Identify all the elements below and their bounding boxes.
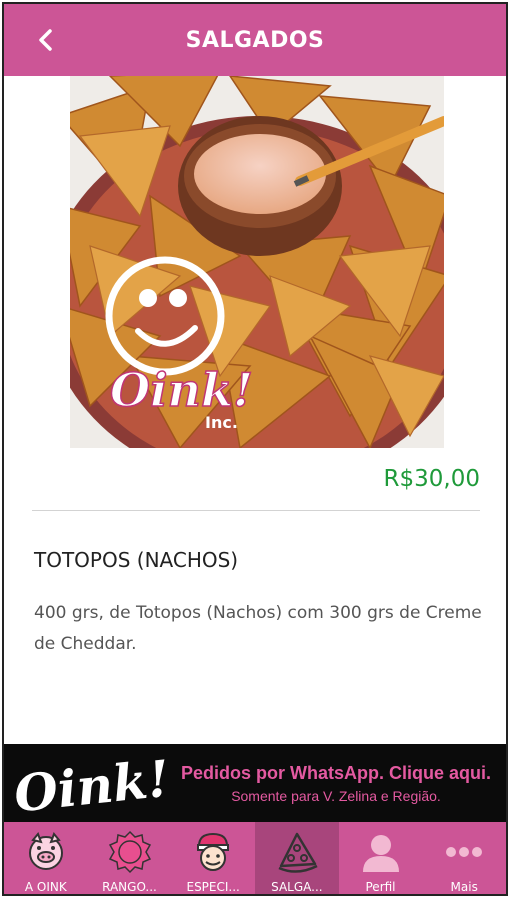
svg-text:Oink!: Oink! (110, 363, 253, 417)
tab-mais[interactable]: Mais (422, 822, 506, 894)
product-price: R$30,00 (383, 466, 480, 492)
tab-a-oink[interactable]: A OINK (4, 822, 88, 894)
person-icon (358, 830, 404, 874)
divider (32, 510, 480, 511)
whatsapp-order-banner[interactable]: Oink! Pedidos por WhatsApp. Clique aqui.… (4, 744, 506, 822)
app-frame: SALGADOS Oink! Inc. R$30,00 TOTOPOS (NAC… (2, 2, 508, 896)
product-name: TOTOPOS (NACHOS) (34, 548, 239, 572)
product-photo: Oink! Inc. (70, 76, 444, 448)
tab-rango[interactable]: RANGO... (88, 822, 172, 894)
pig-icon (23, 830, 69, 874)
tab-label: ESPECI... (186, 880, 240, 894)
tab-label: RANGO... (102, 880, 157, 894)
more-dots-icon (441, 830, 487, 874)
banner-line-1: Pedidos por WhatsApp. Clique aqui. (180, 762, 491, 783)
pizza-icon (274, 830, 320, 874)
banner-logo: Oink! (4, 744, 172, 822)
tab-salgados[interactable]: SALGA... (255, 822, 339, 894)
banner-logo-text: Oink! (11, 749, 168, 820)
top-bar: SALGADOS (4, 4, 506, 76)
banner-line-2: Somente para V. Zelina e Região. (231, 787, 441, 804)
badge-icon (107, 830, 153, 874)
back-button[interactable] (28, 22, 64, 58)
tab-label: Mais (450, 880, 478, 894)
product-description: 400 grs, de Totopos (Nachos) com 300 grs… (34, 603, 482, 654)
back-arrow-icon (39, 29, 52, 51)
tab-label: SALGA... (271, 880, 323, 894)
tab-especiais[interactable]: ESPECI... (171, 822, 255, 894)
tab-label: A OINK (24, 880, 67, 894)
chef-icon (190, 830, 236, 874)
tab-perfil[interactable]: Perfil (339, 822, 423, 894)
svg-text:Inc.: Inc. (205, 413, 238, 432)
page-title: SALGADOS (185, 27, 325, 53)
bottom-tab-bar: A OINK RANGO... ESPECI... SALGA... Perfi… (4, 822, 506, 894)
tab-label: Perfil (365, 880, 396, 894)
